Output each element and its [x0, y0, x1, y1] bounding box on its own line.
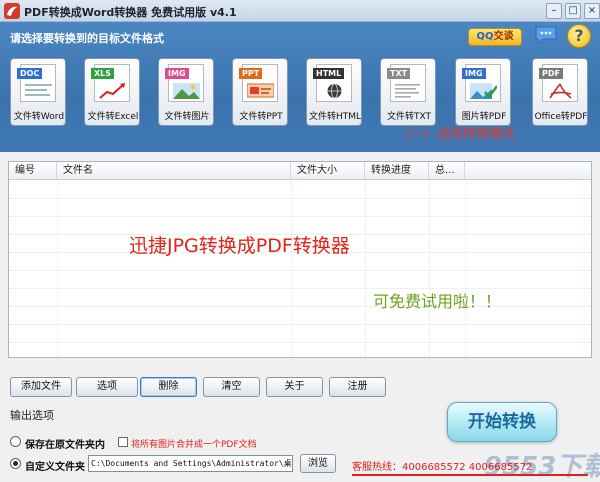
format-tag: PPT	[239, 68, 263, 79]
app-logo-icon	[4, 3, 20, 19]
row-divider	[9, 288, 591, 289]
image-file-icon: IMG	[165, 64, 204, 102]
row-divider	[9, 216, 591, 217]
column-header-filename[interactable]: 文件名	[57, 162, 291, 180]
word-doc-icon: DOC	[17, 64, 56, 102]
format-panel: 请选择要转换到的目标文件格式 QQ交谈 ? DOC 文件转Word XLS 文件…	[0, 22, 600, 152]
format-label: 文件转Excel	[87, 112, 139, 122]
format-tag: TXT	[387, 68, 411, 79]
title-bar: PDF转换成Word转换器 免费试用版 v4.1 – □ ×	[0, 0, 600, 22]
row-divider	[9, 270, 591, 271]
promo-title: 迅捷JPG转换成PDF转换器	[129, 235, 350, 257]
merge-images-label[interactable]: 将所有图片合并成一个PDF文档	[131, 437, 257, 450]
format-label: 图片转PDF	[461, 112, 507, 122]
format-tag: XLS	[91, 68, 115, 79]
html-globe-icon: HTML	[313, 64, 352, 102]
format-button-word[interactable]: DOC 文件转Word	[10, 58, 66, 126]
format-button-image[interactable]: IMG 文件转图片	[158, 58, 214, 126]
format-label: 文件转TXT	[386, 112, 431, 122]
clear-button[interactable]: 清空	[203, 377, 260, 397]
format-tag: IMG	[462, 68, 486, 79]
qq-chat-button[interactable]: QQ交谈	[468, 28, 522, 46]
hotline-underline	[352, 474, 588, 476]
format-tag: HTML	[313, 68, 345, 79]
column-divider	[465, 180, 466, 357]
help-icon[interactable]: ?	[567, 24, 591, 48]
merge-images-checkbox[interactable]	[118, 437, 128, 447]
row-divider	[9, 342, 591, 343]
format-button-excel[interactable]: XLS 文件转Excel	[84, 58, 140, 126]
custom-folder-label[interactable]: 自定义文件夹	[25, 458, 85, 473]
format-button-image-to-pdf[interactable]: IMG 图片转PDF	[455, 58, 511, 126]
format-button-office-to-pdf[interactable]: PDF Office转PDF	[532, 58, 588, 126]
chat-bubble-icon[interactable]	[534, 25, 558, 45]
window-title: PDF转换成Word转换器 免费试用版 v4.1	[24, 6, 237, 19]
text-file-icon: TXT	[387, 64, 426, 102]
format-label: 文件转Word	[13, 112, 65, 122]
excel-chart-icon: XLS	[91, 64, 130, 102]
column-header-size[interactable]: 文件大小	[291, 162, 365, 180]
image-to-pdf-icon: IMG	[462, 64, 501, 102]
row-divider	[9, 306, 591, 307]
column-header-index[interactable]: 编号	[9, 162, 57, 180]
ppt-slides-icon: PPT	[239, 64, 278, 102]
column-divider	[429, 180, 430, 357]
format-label: 文件转图片	[164, 112, 210, 122]
keep-original-radio[interactable]	[10, 436, 21, 447]
office-to-pdf-icon: PDF	[539, 64, 578, 102]
column-divider	[365, 180, 366, 357]
register-button[interactable]: 注册	[329, 377, 386, 397]
row-divider	[9, 198, 591, 199]
column-divider	[291, 180, 292, 357]
format-tag: DOC	[17, 68, 43, 79]
format-button-ppt[interactable]: PPT 文件转PPT	[232, 58, 288, 126]
about-button[interactable]: 关于	[266, 377, 323, 397]
start-convert-button[interactable]: 开始转换	[447, 402, 557, 442]
table-header: 编号 文件名 文件大小 转换进度 总...	[9, 162, 591, 180]
column-divider	[57, 180, 58, 357]
maximize-icon[interactable]: □	[565, 3, 581, 19]
promo-free-trial: 可免费试用啦！！	[373, 292, 502, 311]
keep-original-label[interactable]: 保存在原文件夹内	[25, 436, 105, 451]
mode-hint: （一）选择转换模式	[398, 127, 516, 142]
format-label: Office转PDF	[534, 112, 588, 122]
row-divider	[9, 324, 591, 325]
format-tag: IMG	[165, 68, 189, 79]
options-button[interactable]: 选项	[76, 377, 138, 397]
output-path-input[interactable]: C:\Documents and Settings\Administrator\…	[88, 455, 293, 472]
format-label: 文件转PPT	[239, 112, 283, 122]
browse-button[interactable]: 浏览	[300, 454, 336, 473]
close-icon[interactable]: ×	[584, 3, 600, 19]
qq-chat-label: 交谈	[493, 31, 514, 42]
format-tag: PDF	[539, 68, 563, 79]
add-file-button[interactable]: 添加文件	[10, 377, 72, 397]
output-options-label: 输出选项	[10, 409, 54, 422]
custom-folder-radio[interactable]	[10, 458, 21, 469]
file-list-table[interactable]: 编号 文件名 文件大小 转换进度 总... 迅捷JPG转换成PDF转换器 可免费…	[8, 161, 592, 358]
qq-letters: QQ	[476, 31, 494, 42]
format-button-html[interactable]: HTML 文件转HTML	[306, 58, 362, 126]
column-header-total[interactable]: 总...	[429, 162, 465, 180]
delete-button[interactable]: 删除	[140, 377, 197, 397]
column-header-progress[interactable]: 转换进度	[365, 162, 429, 180]
format-button-txt[interactable]: TXT 文件转TXT	[380, 58, 436, 126]
format-instruction: 请选择要转换到的目标文件格式	[10, 32, 164, 45]
minimize-icon[interactable]: –	[546, 3, 562, 19]
format-label: 文件转HTML	[308, 112, 362, 122]
service-hotline: 客服热线：4006685572 4006685572	[352, 462, 533, 473]
